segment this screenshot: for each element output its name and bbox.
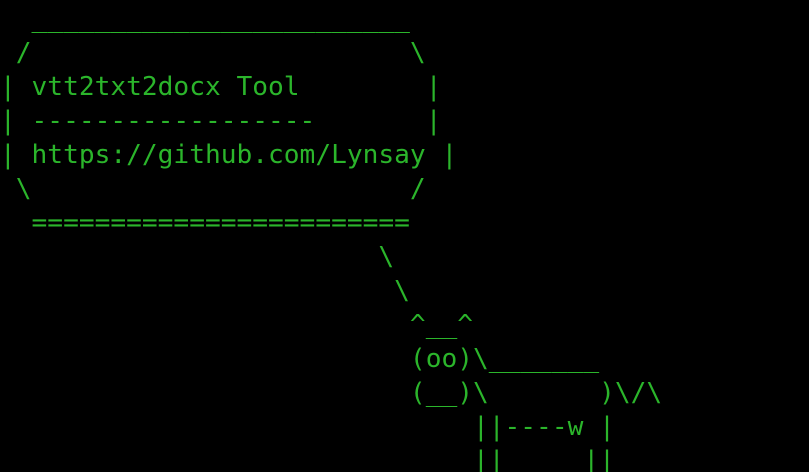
ascii-line: ^__^ (0, 310, 473, 340)
ascii-line: ||----w | (0, 412, 615, 442)
ascii-line: \ / (0, 174, 426, 204)
ascii-line: (__)\ )\/\ (0, 378, 663, 408)
ascii-line: ________________________ (0, 4, 410, 34)
ascii-line: | ------------------ | (0, 106, 442, 136)
ascii-line: || || (0, 446, 615, 472)
ascii-line: | https://github.com/Lynsay | (0, 140, 458, 170)
ascii-line: / \ (0, 38, 426, 68)
ascii-line: ======================== (0, 208, 410, 238)
ascii-line: (oo)\_______ (0, 344, 600, 374)
terminal-window: ________________________ / \ | vtt2txt2do… (0, 0, 809, 472)
cowsay-ascii-art: ________________________ / \ | vtt2txt2do… (0, 2, 662, 472)
ascii-line: | vtt2txt2docx Tool | (0, 72, 442, 102)
ascii-line: \ (0, 276, 410, 306)
ascii-line: \ (0, 242, 395, 272)
